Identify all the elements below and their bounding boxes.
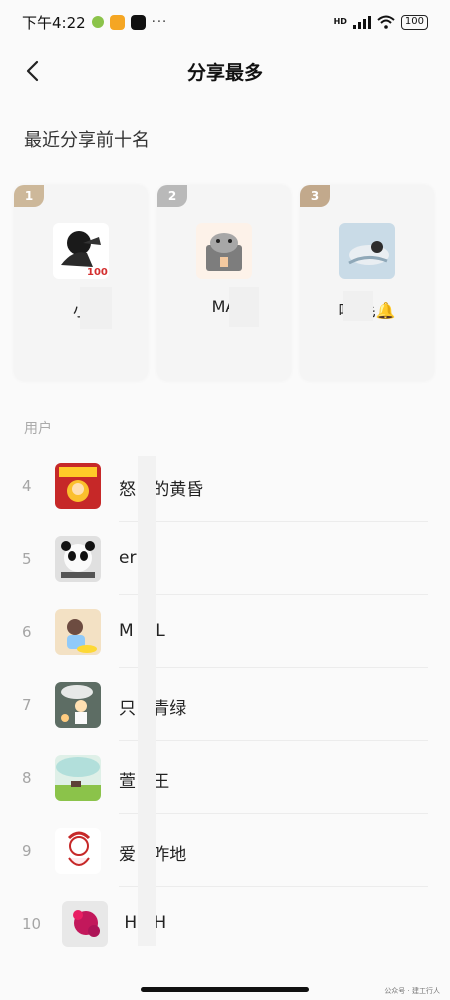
signal-icon xyxy=(352,15,371,29)
list-item[interactable]: 6 M .L xyxy=(0,595,450,668)
name-blur xyxy=(80,287,112,329)
top-card-1[interactable]: 1 100 小 xyxy=(14,185,148,381)
app-notification-icon xyxy=(91,16,104,28)
back-button[interactable] xyxy=(18,56,46,86)
status-left: 下午4:22 ··· xyxy=(22,12,167,33)
avatar xyxy=(55,755,101,801)
avatar xyxy=(55,682,101,728)
list-item[interactable]: 4 怒 的黄昏 xyxy=(0,449,450,522)
list-item[interactable]: 10 H H xyxy=(0,887,450,960)
user-name: er xyxy=(119,548,137,568)
name-blur xyxy=(343,291,373,321)
status-bar: 下午4:22 ··· HD 100 xyxy=(0,0,450,44)
chevron-left-icon xyxy=(26,60,39,82)
rank-badge: 2 xyxy=(157,185,187,207)
status-right: HD 100 xyxy=(333,14,428,30)
header: 分享最多 xyxy=(0,48,450,94)
avatar xyxy=(55,828,101,874)
rank-badge: 3 xyxy=(300,185,330,207)
svg-text:100: 100 xyxy=(87,267,108,278)
rank-number: 10 xyxy=(22,915,42,933)
avatar xyxy=(196,223,252,279)
rank-number: 7 xyxy=(22,696,32,714)
list-item[interactable]: 5 er xyxy=(0,522,450,595)
top-card-3[interactable]: 3 哆 毛🔔 xyxy=(300,185,434,381)
avatar xyxy=(62,901,108,947)
rank-number: 5 xyxy=(22,550,32,568)
avatar xyxy=(55,463,101,509)
avatar xyxy=(55,536,101,582)
rank-number: 6 xyxy=(22,623,32,641)
rank-number: 9 xyxy=(22,842,32,860)
rank-number: 4 xyxy=(22,477,32,495)
user-name: 怒 的黄昏 xyxy=(119,480,204,500)
capcut-app-icon xyxy=(130,14,146,30)
rank-badge: 1 xyxy=(14,185,44,207)
top-three-cards: 1 100 小 2 MA 3 xyxy=(14,185,434,381)
wifi-icon xyxy=(377,15,395,29)
section-title: 最近分享前十名 xyxy=(24,130,150,151)
status-time: 下午4:22 xyxy=(22,13,86,32)
hd-label: HD xyxy=(333,17,347,26)
page-title: 分享最多 xyxy=(186,61,263,84)
list-item[interactable]: 8 萱 王 xyxy=(0,741,450,814)
watermark: 公众号 · 建工行人 xyxy=(384,987,440,995)
more-notifications-icon: ··· xyxy=(151,14,168,30)
list-item[interactable]: 9 爱 咋地 xyxy=(0,814,450,887)
users-section-label: 用户 xyxy=(24,421,52,437)
top-card-name: MA xyxy=(211,297,237,316)
avatar xyxy=(339,223,395,279)
home-indicator[interactable] xyxy=(141,987,309,992)
avatar xyxy=(55,609,101,655)
top-card-2[interactable]: 2 MA xyxy=(157,185,291,381)
notes-app-icon xyxy=(109,14,125,30)
battery-icon: 100 xyxy=(400,14,428,30)
avatar: 100 xyxy=(53,223,109,279)
name-blur xyxy=(138,456,156,946)
rank-number: 8 xyxy=(22,769,32,787)
list-item[interactable]: 7 只 青绿 xyxy=(0,668,450,741)
name-blur xyxy=(229,287,259,327)
